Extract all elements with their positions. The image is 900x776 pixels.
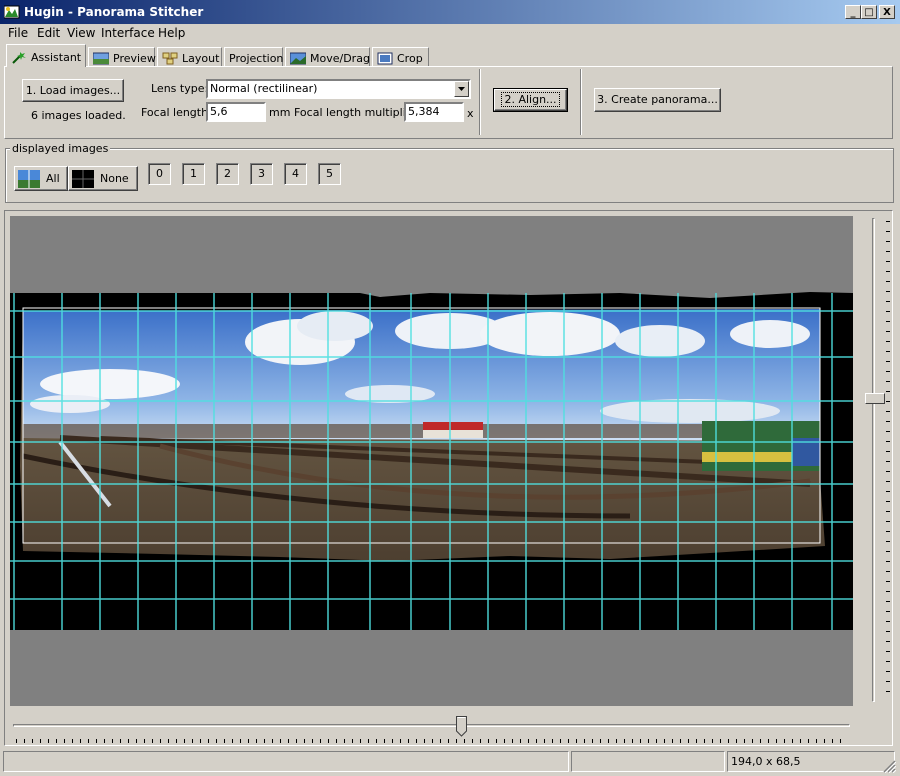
displayed-images-group [5,148,894,203]
image-toggle-2[interactable]: 2 [216,163,239,185]
tab-projection[interactable]: Projection [224,47,283,66]
show-all-label: All [46,172,60,185]
preview-icon [92,52,110,65]
tab-move-drag[interactable]: Move/Drag [285,47,370,66]
window-title: Hugin - Panorama Stitcher [24,5,204,19]
image-toggle-4[interactable]: 4 [284,163,307,185]
menu-bar: File Edit View Interface Help [0,24,900,42]
focal-multiplier-label: Focal length multiplier: [294,106,421,119]
image-toggle-5[interactable]: 5 [318,163,341,185]
horizontal-slider-thumb[interactable] [456,716,467,737]
image-toggle-3[interactable]: 3 [250,163,273,185]
wand-icon [11,51,27,64]
menu-help[interactable]: Help [158,26,185,40]
close-button[interactable]: X [879,5,895,19]
hugin-app-icon [3,5,20,19]
displayed-images-label: displayed images [10,142,111,155]
tab-crop[interactable]: Crop [372,47,429,66]
menu-edit[interactable]: Edit [37,26,60,40]
focal-length-input[interactable]: 5,6 [206,102,266,122]
menu-interface[interactable]: Interface [101,26,155,40]
chevron-down-icon[interactable] [454,81,469,97]
show-none-button[interactable]: None [68,166,138,191]
separator [479,69,481,135]
all-images-icon [18,169,40,188]
minimize-button[interactable]: _ [845,5,861,19]
move-drag-icon [289,52,307,65]
tab-projection-label: Projection [229,51,284,65]
vertical-slider-thumb[interactable] [865,393,885,404]
status-field-middle [571,751,725,772]
lens-type-label: Lens type: [151,82,209,95]
tab-move-drag-label: Move/Drag [310,51,370,65]
focal-length-unit: mm [269,106,291,119]
lens-type-value: Normal (rectilinear) [210,82,318,95]
maximize-button[interactable]: □ [861,5,877,19]
show-all-button[interactable]: All [14,166,68,191]
images-loaded-text: 6 images loaded. [31,109,126,122]
resize-grip-icon[interactable] [882,759,897,774]
lens-type-select[interactable]: Normal (rectilinear) [206,79,471,99]
status-field-main [3,751,569,772]
tab-assistant-label: Assistant [31,50,82,64]
focal-multiplier-input[interactable]: 5,384 [404,102,464,122]
panorama-canvas[interactable] [10,216,853,706]
align-button[interactable]: 2. Align... [493,88,568,112]
vertical-fov-slider[interactable] [864,215,894,705]
focal-length-label: Focal length: [141,106,212,119]
focal-multiplier-unit: x [467,107,474,120]
no-images-icon [72,169,94,188]
tab-assistant[interactable]: Assistant [6,44,86,67]
tab-layout[interactable]: Layout [157,47,222,66]
separator [580,69,582,135]
horizontal-slider-ticks [16,739,848,743]
menu-file[interactable]: File [8,26,28,40]
menu-view[interactable]: View [67,26,95,40]
create-panorama-button[interactable]: 3. Create panorama... [594,88,721,112]
image-toggle-1[interactable]: 1 [182,163,205,185]
load-images-button[interactable]: 1. Load images... [22,79,124,102]
layout-icon [162,52,178,65]
horizontal-fov-slider[interactable] [10,716,853,746]
image-toggle-0[interactable]: 0 [148,163,171,185]
vertical-slider-ticks [886,221,890,701]
tab-preview-label: Preview [113,51,156,65]
align-button-label: 2. Align... [501,92,560,107]
show-none-label: None [100,172,129,185]
panorama-preview-image [10,292,853,630]
crop-icon [377,52,393,65]
tab-layout-label: Layout [182,51,220,65]
status-field-coordinates: 194,0 x 68,5 [727,751,895,772]
tab-preview[interactable]: Preview [88,47,156,66]
title-bar[interactable]: Hugin - Panorama Stitcher _ □ X [0,0,900,24]
tab-crop-label: Crop [397,51,423,65]
